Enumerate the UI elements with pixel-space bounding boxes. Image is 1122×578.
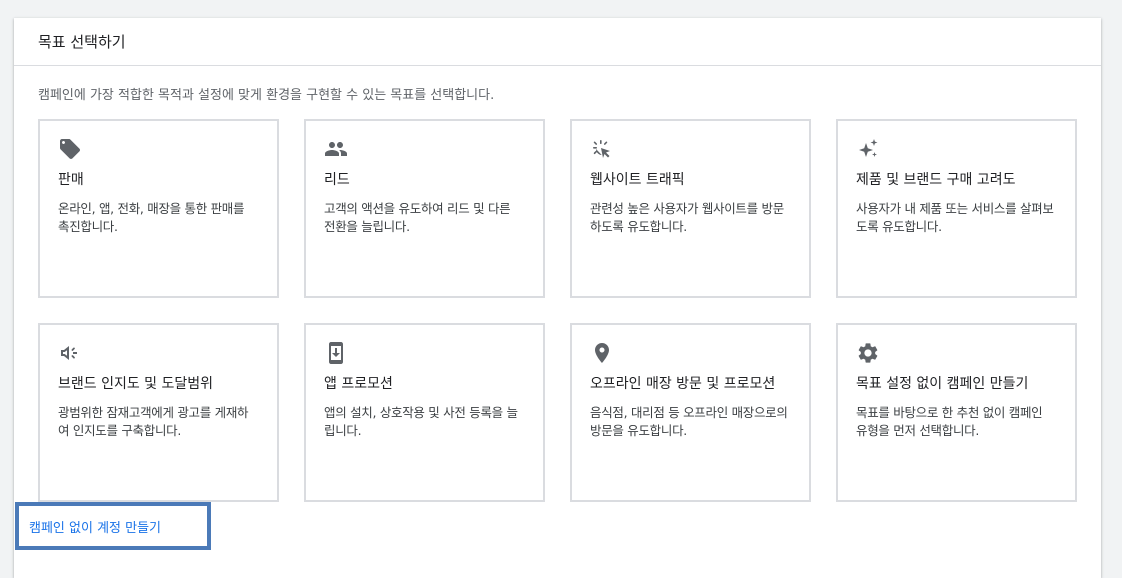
goal-card-title: 목표 설정 없이 캠페인 만들기 — [856, 376, 1029, 392]
goal-card-title: 웹사이트 트래픽 — [590, 172, 685, 188]
goal-card-title: 오프라인 매장 방문 및 프로모션 — [590, 376, 776, 392]
goal-card-sales[interactable]: 판매 온라인, 앱, 전화, 매장을 통한 판매를 촉진합니다. — [38, 119, 279, 298]
cursor-click-icon — [590, 137, 614, 161]
create-account-without-campaign-link[interactable]: 캠페인 없이 계정 만들기 — [15, 502, 211, 550]
location-pin-icon — [590, 341, 614, 365]
phone-download-icon — [324, 341, 348, 365]
goal-card-title: 앱 프로모션 — [324, 376, 393, 392]
goal-card-brand-awareness[interactable]: 브랜드 인지도 및 도달범위 광범위한 잠재고객에게 광고를 게재하여 인지도를… — [38, 323, 279, 502]
goal-card-consideration[interactable]: 제품 및 브랜드 구매 고려도 사용자가 내 제품 또는 서비스를 살펴보도록 … — [836, 119, 1077, 298]
footer-link-label: 캠페인 없이 계정 만들기 — [29, 520, 161, 536]
goal-card-description: 목표를 바탕으로 한 추천 없이 캠페인 유형을 먼저 선택합니다. — [856, 405, 1043, 438]
goal-card-title: 판매 — [58, 172, 84, 188]
goal-card-description: 음식점, 대리점 등 오프라인 매장으로의 방문을 유도합니다. — [590, 405, 788, 438]
goal-card-title: 브랜드 인지도 및 도달범위 — [58, 376, 214, 392]
goal-card-app-promotion[interactable]: 앱 프로모션 앱의 설치, 상호작용 및 사전 등록을 늘립니다. — [304, 323, 545, 502]
page-subtitle: 캠페인에 가장 적합한 목적과 설정에 맞게 환경을 구현할 수 있는 목표를 … — [38, 88, 495, 103]
page-title: 목표 선택하기 — [38, 33, 126, 51]
panel-header: 목표 선택하기 — [14, 18, 1101, 66]
goal-card-no-goal[interactable]: 목표 설정 없이 캠페인 만들기 목표를 바탕으로 한 추천 없이 캠페인 유형… — [836, 323, 1077, 502]
goal-card-description: 온라인, 앱, 전화, 매장을 통한 판매를 촉진합니다. — [58, 201, 245, 234]
people-icon — [324, 137, 348, 161]
goal-grid: 판매 온라인, 앱, 전화, 매장을 통한 판매를 촉진합니다. 리드 고객의 … — [38, 119, 1078, 502]
goal-card-description: 사용자가 내 제품 또는 서비스를 살펴보도록 유도합니다. — [856, 201, 1054, 234]
goal-card-description: 광범위한 잠재고객에게 광고를 게재하여 인지도를 구축합니다. — [58, 405, 249, 438]
gear-icon — [856, 341, 880, 365]
megaphone-icon — [58, 341, 82, 365]
sparkle-icon — [856, 137, 880, 161]
goal-selection-panel: 목표 선택하기 캠페인에 가장 적합한 목적과 설정에 맞게 환경을 구현할 수… — [14, 18, 1101, 578]
goal-card-description: 관련성 높은 사용자가 웹사이트를 방문하도록 유도합니다. — [590, 201, 784, 234]
goal-card-title: 리드 — [324, 172, 350, 188]
goal-card-title: 제품 및 브랜드 구매 고려도 — [856, 172, 1016, 188]
goal-card-website-traffic[interactable]: 웹사이트 트래픽 관련성 높은 사용자가 웹사이트를 방문하도록 유도합니다. — [570, 119, 811, 298]
tag-icon — [58, 137, 82, 161]
goal-card-description: 고객의 액션을 유도하여 리드 및 다른 전환을 늘립니다. — [324, 201, 511, 234]
goal-card-leads[interactable]: 리드 고객의 액션을 유도하여 리드 및 다른 전환을 늘립니다. — [304, 119, 545, 298]
goal-card-description: 앱의 설치, 상호작용 및 사전 등록을 늘립니다. — [324, 405, 518, 438]
goal-card-store-visits[interactable]: 오프라인 매장 방문 및 프로모션 음식점, 대리점 등 오프라인 매장으로의 … — [570, 323, 811, 502]
